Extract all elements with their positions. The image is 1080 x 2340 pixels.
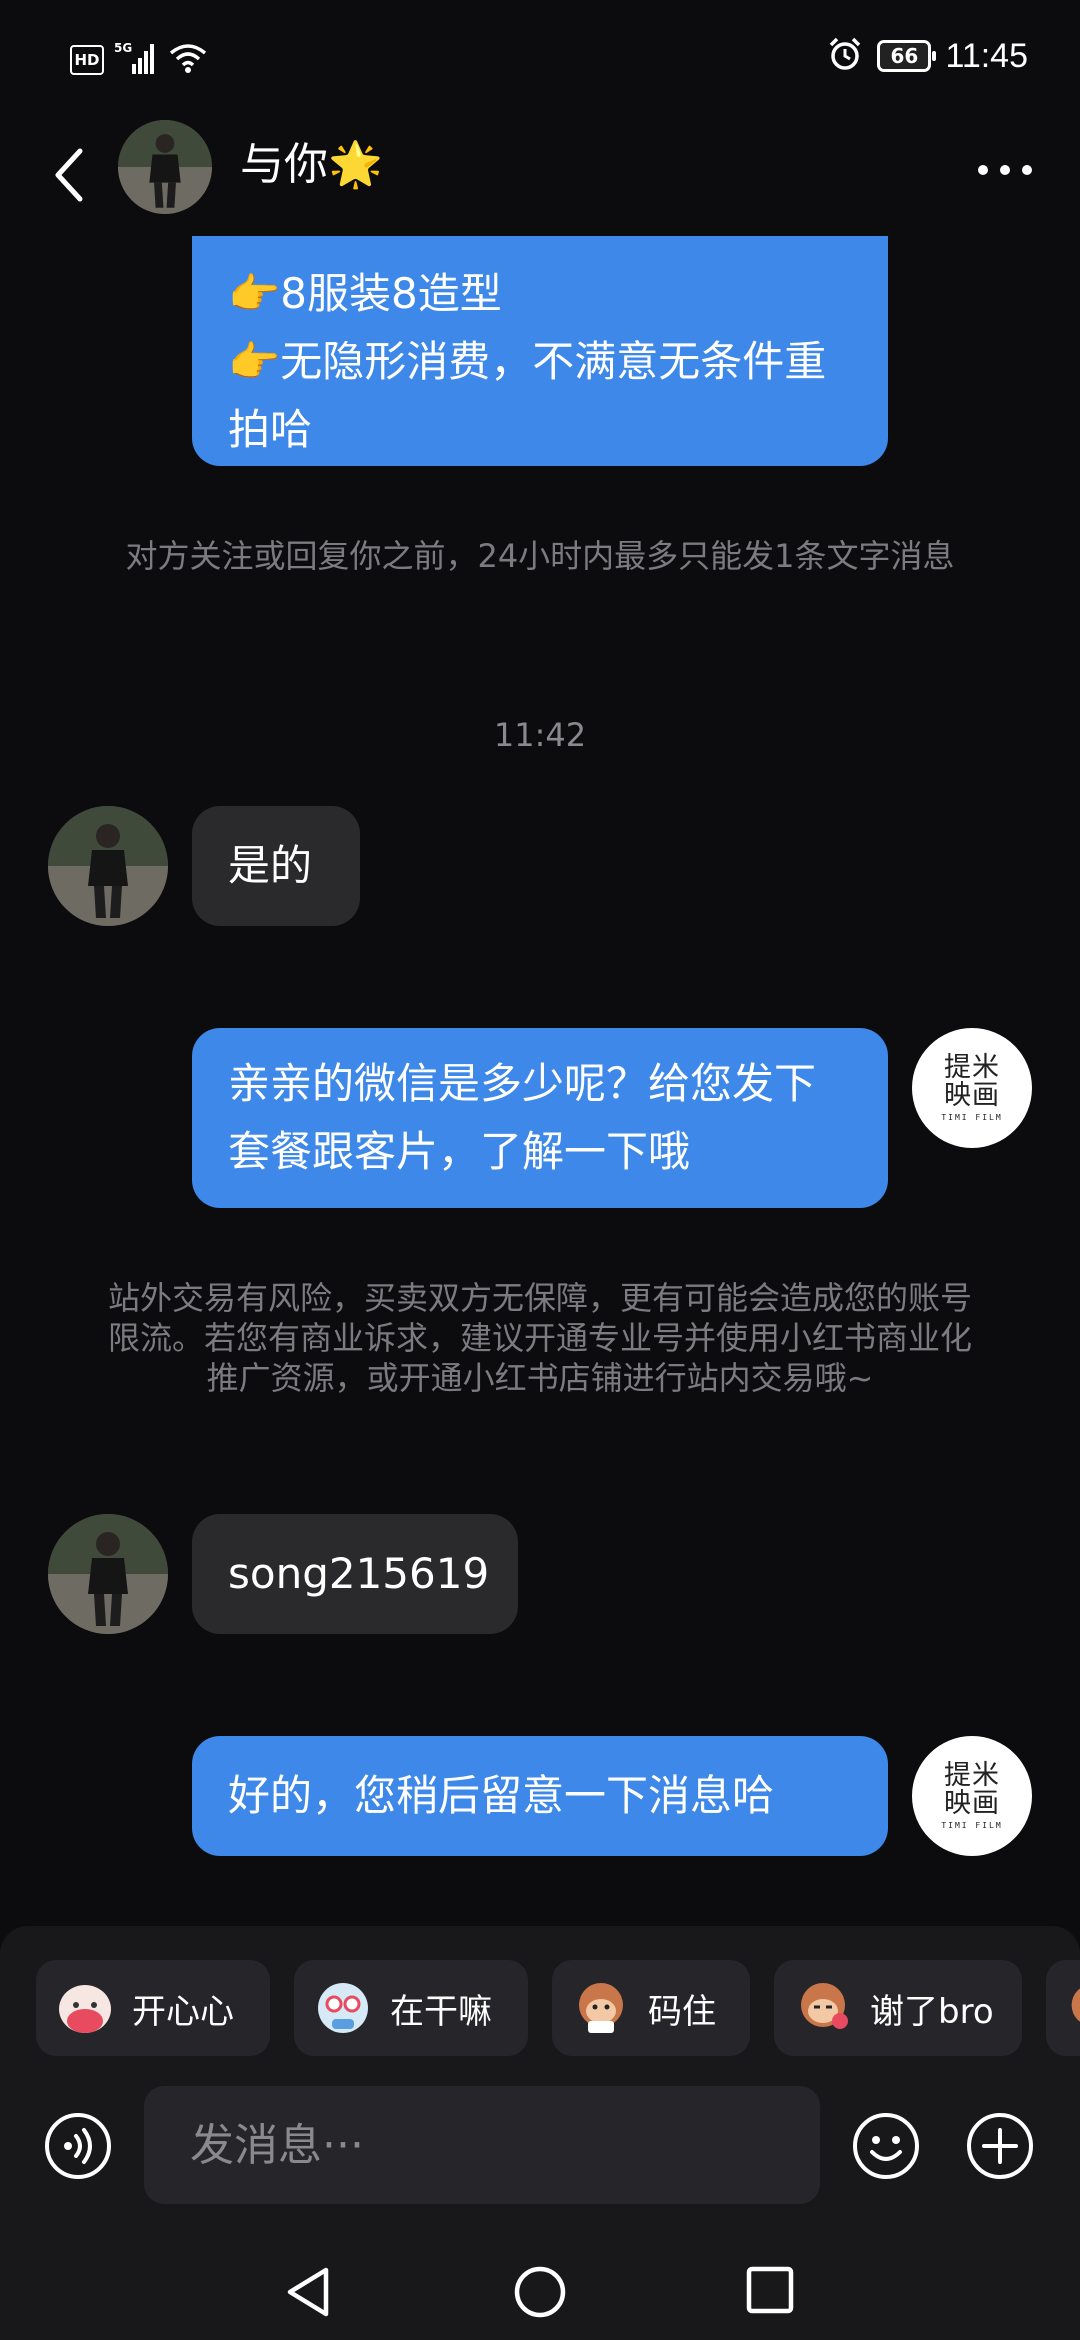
chevron-left-icon — [55, 148, 83, 202]
message-text: 👉无隐形消费，不满意无条件重拍哈 — [228, 337, 827, 454]
quick-reply-label: 开心心 — [132, 1991, 234, 2032]
message-bubble-sent[interactable]: 👉8服装8造型 👉无隐形消费，不满意无条件重拍哈 — [192, 236, 888, 466]
sticker-curious-icon — [318, 1983, 368, 2033]
status-time: 11:45 — [945, 36, 1028, 75]
network-label: 5G — [114, 41, 132, 55]
message-text: 👉8服装8造型 — [228, 269, 502, 318]
wifi-icon — [168, 42, 208, 78]
message-bubble-sent[interactable]: 好的，您稍后留意一下消息哈 — [192, 1736, 888, 1856]
message-input[interactable] — [144, 2086, 820, 2204]
status-right: 66 11:45 — [827, 36, 1028, 76]
chat-header: 与你🌟 — [0, 120, 1080, 236]
sticker-monkey-thanks-icon — [801, 1983, 848, 2029]
message-text: 好的，您稍后留意一下消息哈 — [228, 1771, 775, 1820]
voice-button[interactable] — [44, 2112, 112, 2184]
brand-logo-text: 提米映画 — [944, 1052, 1000, 1111]
message-bubble-received[interactable]: 是的 — [192, 806, 360, 926]
message-text: 亲亲的微信是多少呢？给您发下套餐跟客片，了解一下哦 — [228, 1059, 817, 1176]
contact-name: 与你🌟 — [240, 139, 383, 190]
my-avatar[interactable]: 提米映画 TIMI FILM — [912, 1736, 1032, 1856]
alarm-icon — [827, 36, 863, 76]
add-button[interactable] — [966, 2112, 1034, 2184]
my-avatar[interactable]: 提米映画 TIMI FILM — [912, 1028, 1032, 1148]
smiley-icon — [853, 2113, 919, 2179]
message-bubble-sent[interactable]: 亲亲的微信是多少呢？给您发下套餐跟客片，了解一下哦 — [192, 1028, 888, 1208]
status-left: HD 5G — [70, 40, 208, 80]
contact-avatar[interactable] — [118, 120, 212, 214]
quick-reply-chip[interactable]: 码住 — [552, 1960, 750, 2056]
sender-avatar[interactable] — [48, 806, 168, 926]
brand-logo-subtext: TIMI FILM — [941, 1113, 1003, 1122]
quick-reply-label: 在干嘛 — [390, 1991, 492, 2032]
quick-reply-row[interactable]: 开心心 在干嘛 码住 谢了bro — [36, 1960, 1080, 2056]
quick-reply-chip[interactable]: 在干嘛 — [294, 1960, 528, 2056]
system-notice: 站外交易有风险，买卖双方无保障，更有可能会造成您的账号限流。若您有商业诉求，建议… — [107, 1279, 972, 1397]
back-button[interactable] — [40, 140, 100, 210]
more-dots-icon — [978, 165, 1032, 175]
hd-badge: HD — [70, 45, 104, 75]
brand-logo-subtext: TIMI FILM — [941, 1821, 1003, 1830]
message-text: song215619 — [228, 1549, 490, 1598]
system-nav-bar — [0, 2264, 1080, 2340]
nav-back-button[interactable] — [282, 2264, 332, 2324]
timestamp: 11:42 — [493, 716, 587, 754]
battery-indicator: 66 — [877, 40, 937, 72]
message-text: 是的 — [228, 841, 313, 890]
sticker-happy-icon — [59, 1985, 111, 2033]
brand-logo-text: 提米映画 — [944, 1760, 1000, 1819]
circle-home-icon — [514, 2266, 566, 2318]
sticker-partial-icon — [1071, 1988, 1080, 2022]
triangle-back-icon — [287, 2267, 329, 2317]
system-notice: 对方关注或回复你之前，24小时内最多只能发1条文字消息 — [125, 537, 955, 575]
more-button[interactable] — [970, 150, 1040, 190]
status-bar: HD 5G 66 11:45 — [0, 0, 1080, 120]
quick-reply-label: 谢了bro — [870, 1991, 994, 2032]
emoji-button[interactable] — [852, 2112, 920, 2184]
nav-recents-button[interactable] — [744, 2264, 796, 2320]
input-row — [0, 2086, 1080, 2206]
quick-reply-chip[interactable]: 开心心 — [36, 1960, 270, 2056]
signal-icon: 5G — [114, 40, 158, 80]
sender-avatar[interactable] — [48, 1514, 168, 1634]
voice-icon — [45, 2113, 111, 2179]
square-recents-icon — [746, 2266, 794, 2314]
message-bubble-received[interactable]: song215619 — [192, 1514, 518, 1634]
plus-icon — [967, 2113, 1033, 2179]
quick-reply-label: 码住 — [648, 1991, 716, 2032]
nav-home-button[interactable] — [512, 2264, 568, 2324]
quick-reply-chip-partial[interactable] — [1046, 1960, 1080, 2056]
quick-reply-chip[interactable]: 谢了bro — [774, 1960, 1022, 2056]
message-list[interactable]: 👉8服装8造型 👉无隐形消费，不满意无条件重拍哈 对方关注或回复你之前，24小时… — [0, 236, 1080, 1926]
sticker-monkey-icon — [579, 1983, 623, 2033]
composer-panel: 开心心 在干嘛 码住 谢了bro 发消息··· — [0, 1926, 1080, 2340]
